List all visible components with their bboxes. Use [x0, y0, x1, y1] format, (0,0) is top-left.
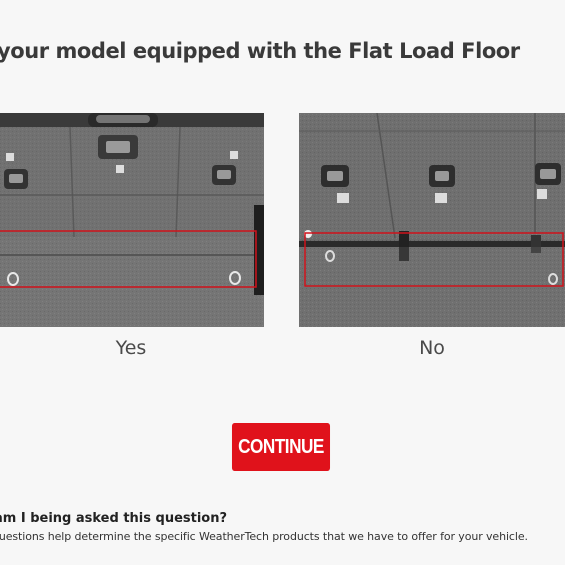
option-no-label: No: [419, 337, 445, 359]
option-yes[interactable]: Yes: [0, 113, 264, 359]
flat-load-floor-photo[interactable]: [0, 113, 264, 327]
standard-floor-photo[interactable]: [299, 113, 565, 327]
question-title: your model equipped with the Flat Load F…: [0, 39, 520, 63]
continue-button[interactable]: CONTINUE: [231, 423, 331, 471]
why-question-heading: am I being asked this question?: [0, 511, 228, 526]
option-no[interactable]: No: [299, 113, 565, 359]
option-yes-label: Yes: [115, 337, 147, 359]
why-question-text: questions help determine the specific We…: [0, 530, 528, 543]
